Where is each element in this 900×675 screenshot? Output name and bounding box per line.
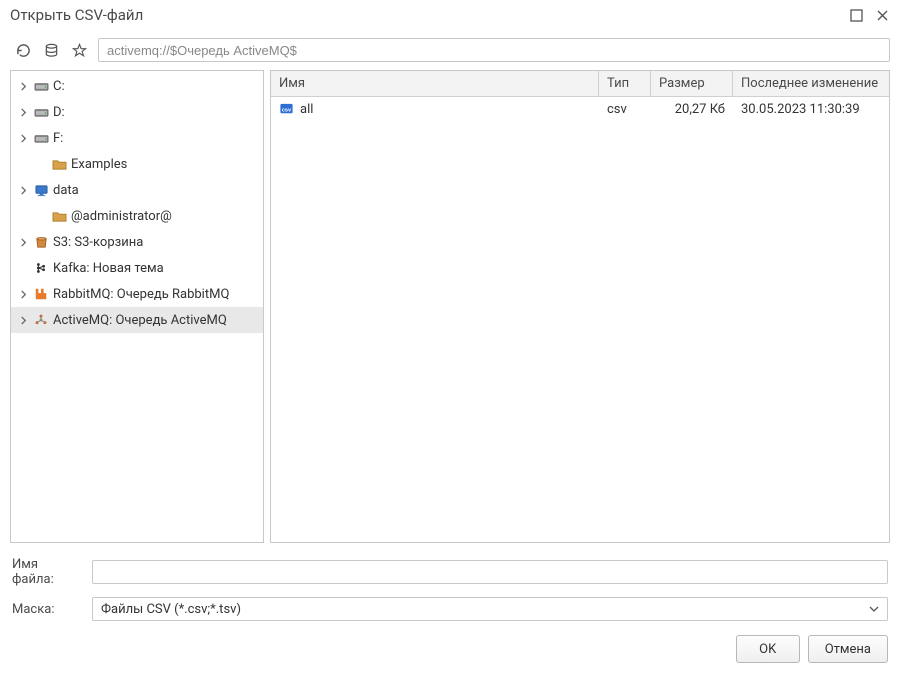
filename-input[interactable] — [92, 560, 888, 584]
col-header-modified[interactable]: Последнее изменение — [733, 71, 889, 96]
dialog-buttons: OK Отмена — [0, 625, 900, 675]
rabbitmq-icon — [33, 286, 49, 302]
tree-item-label: Kafka: Новая тема — [53, 261, 164, 276]
tree-item[interactable]: Examples — [11, 151, 263, 177]
file-name: all — [300, 102, 313, 117]
tree-item-label: @administrator@ — [71, 209, 172, 224]
host-icon — [33, 182, 49, 198]
expand-caret-icon[interactable] — [17, 82, 29, 91]
tree-item[interactable]: F: — [11, 125, 263, 151]
expand-caret-icon[interactable] — [17, 134, 29, 143]
drive-icon — [33, 130, 49, 146]
drive-icon — [33, 78, 49, 94]
filename-label: Имя файла: — [12, 557, 82, 587]
filename-row: Имя файла: — [12, 557, 888, 587]
file-size: 20,27 Кб — [651, 102, 733, 117]
tree-item[interactable]: C: — [11, 73, 263, 99]
table-row[interactable]: csvallcsv20,27 Кб30.05.2023 11:30:39 — [271, 97, 889, 121]
tree-item-label: data — [53, 183, 79, 198]
maximize-icon[interactable] — [848, 7, 864, 23]
tree-item[interactable]: @administrator@ — [11, 203, 263, 229]
tree-panel: C: D: F: Examples data @administrator@ S3: S3-… — [10, 70, 264, 543]
tree-item[interactable]: S3: S3-корзина — [11, 229, 263, 255]
col-header-size[interactable]: Размер — [651, 71, 733, 96]
tree-item-label: Examples — [71, 157, 127, 172]
table-header: Имя Тип Размер Последнее изменение — [271, 71, 889, 97]
toolbar — [0, 34, 900, 70]
tree-item[interactable]: Kafka: Новая тема — [11, 255, 263, 281]
folder-icon — [51, 156, 67, 172]
expand-caret-icon[interactable] — [17, 290, 29, 299]
database-icon[interactable] — [42, 41, 60, 59]
tree-item[interactable]: data — [11, 177, 263, 203]
file-modified: 30.05.2023 11:30:39 — [733, 102, 889, 117]
tree-item-label: RabbitMQ: Очередь RabbitMQ — [53, 287, 229, 302]
tree-item[interactable]: ActiveMQ: Очередь ActiveMQ — [11, 307, 263, 333]
col-header-type[interactable]: Тип — [599, 71, 651, 96]
tree-item-label: D: — [53, 105, 65, 120]
mask-value: Файлы CSV (*.csv;*.tsv) — [101, 602, 869, 617]
s3-icon — [33, 234, 49, 250]
chevron-down-icon — [869, 604, 879, 614]
expand-caret-icon[interactable] — [17, 108, 29, 117]
close-icon[interactable] — [874, 7, 890, 23]
cancel-button[interactable]: Отмена — [808, 635, 888, 663]
form-area: Имя файла: Маска: Файлы CSV (*.csv;*.tsv… — [0, 551, 900, 625]
mask-label: Маска: — [12, 602, 82, 617]
col-header-name[interactable]: Имя — [271, 71, 599, 96]
folder-icon — [51, 208, 67, 224]
kafka-icon — [33, 260, 49, 276]
tree-item-label: S3: S3-корзина — [53, 235, 143, 250]
file-type: csv — [599, 102, 651, 117]
main-area: C: D: F: Examples data @administrator@ S3: S3-… — [0, 70, 900, 551]
ok-button[interactable]: OK — [736, 635, 800, 663]
title-bar: Открыть CSV-файл — [0, 0, 900, 34]
mask-row: Маска: Файлы CSV (*.csv;*.tsv) — [12, 597, 888, 621]
file-panel: Имя Тип Размер Последнее изменение csv al… — [270, 70, 890, 543]
mask-select[interactable]: Файлы CSV (*.csv;*.tsv) — [92, 597, 888, 621]
drive-icon — [33, 104, 49, 120]
window-title: Открыть CSV-файл — [10, 6, 838, 24]
svg-text:csv: csv — [282, 107, 292, 113]
table-body: csvallcsv20,27 Кб30.05.2023 11:30:39 — [271, 97, 889, 542]
tree-item[interactable]: D: — [11, 99, 263, 125]
path-input[interactable] — [98, 38, 890, 62]
expand-caret-icon[interactable] — [17, 238, 29, 247]
refresh-icon[interactable] — [14, 41, 32, 59]
csv-file-icon: csv — [279, 102, 294, 117]
expand-caret-icon[interactable] — [17, 186, 29, 195]
tree-item[interactable]: RabbitMQ: Очередь RabbitMQ — [11, 281, 263, 307]
tree-item-label: C: — [53, 79, 65, 94]
expand-caret-icon[interactable] — [17, 316, 29, 325]
tree-item-label: F: — [53, 131, 63, 146]
star-icon[interactable] — [70, 41, 88, 59]
activemq-icon — [33, 312, 49, 328]
tree-item-label: ActiveMQ: Очередь ActiveMQ — [53, 313, 227, 328]
